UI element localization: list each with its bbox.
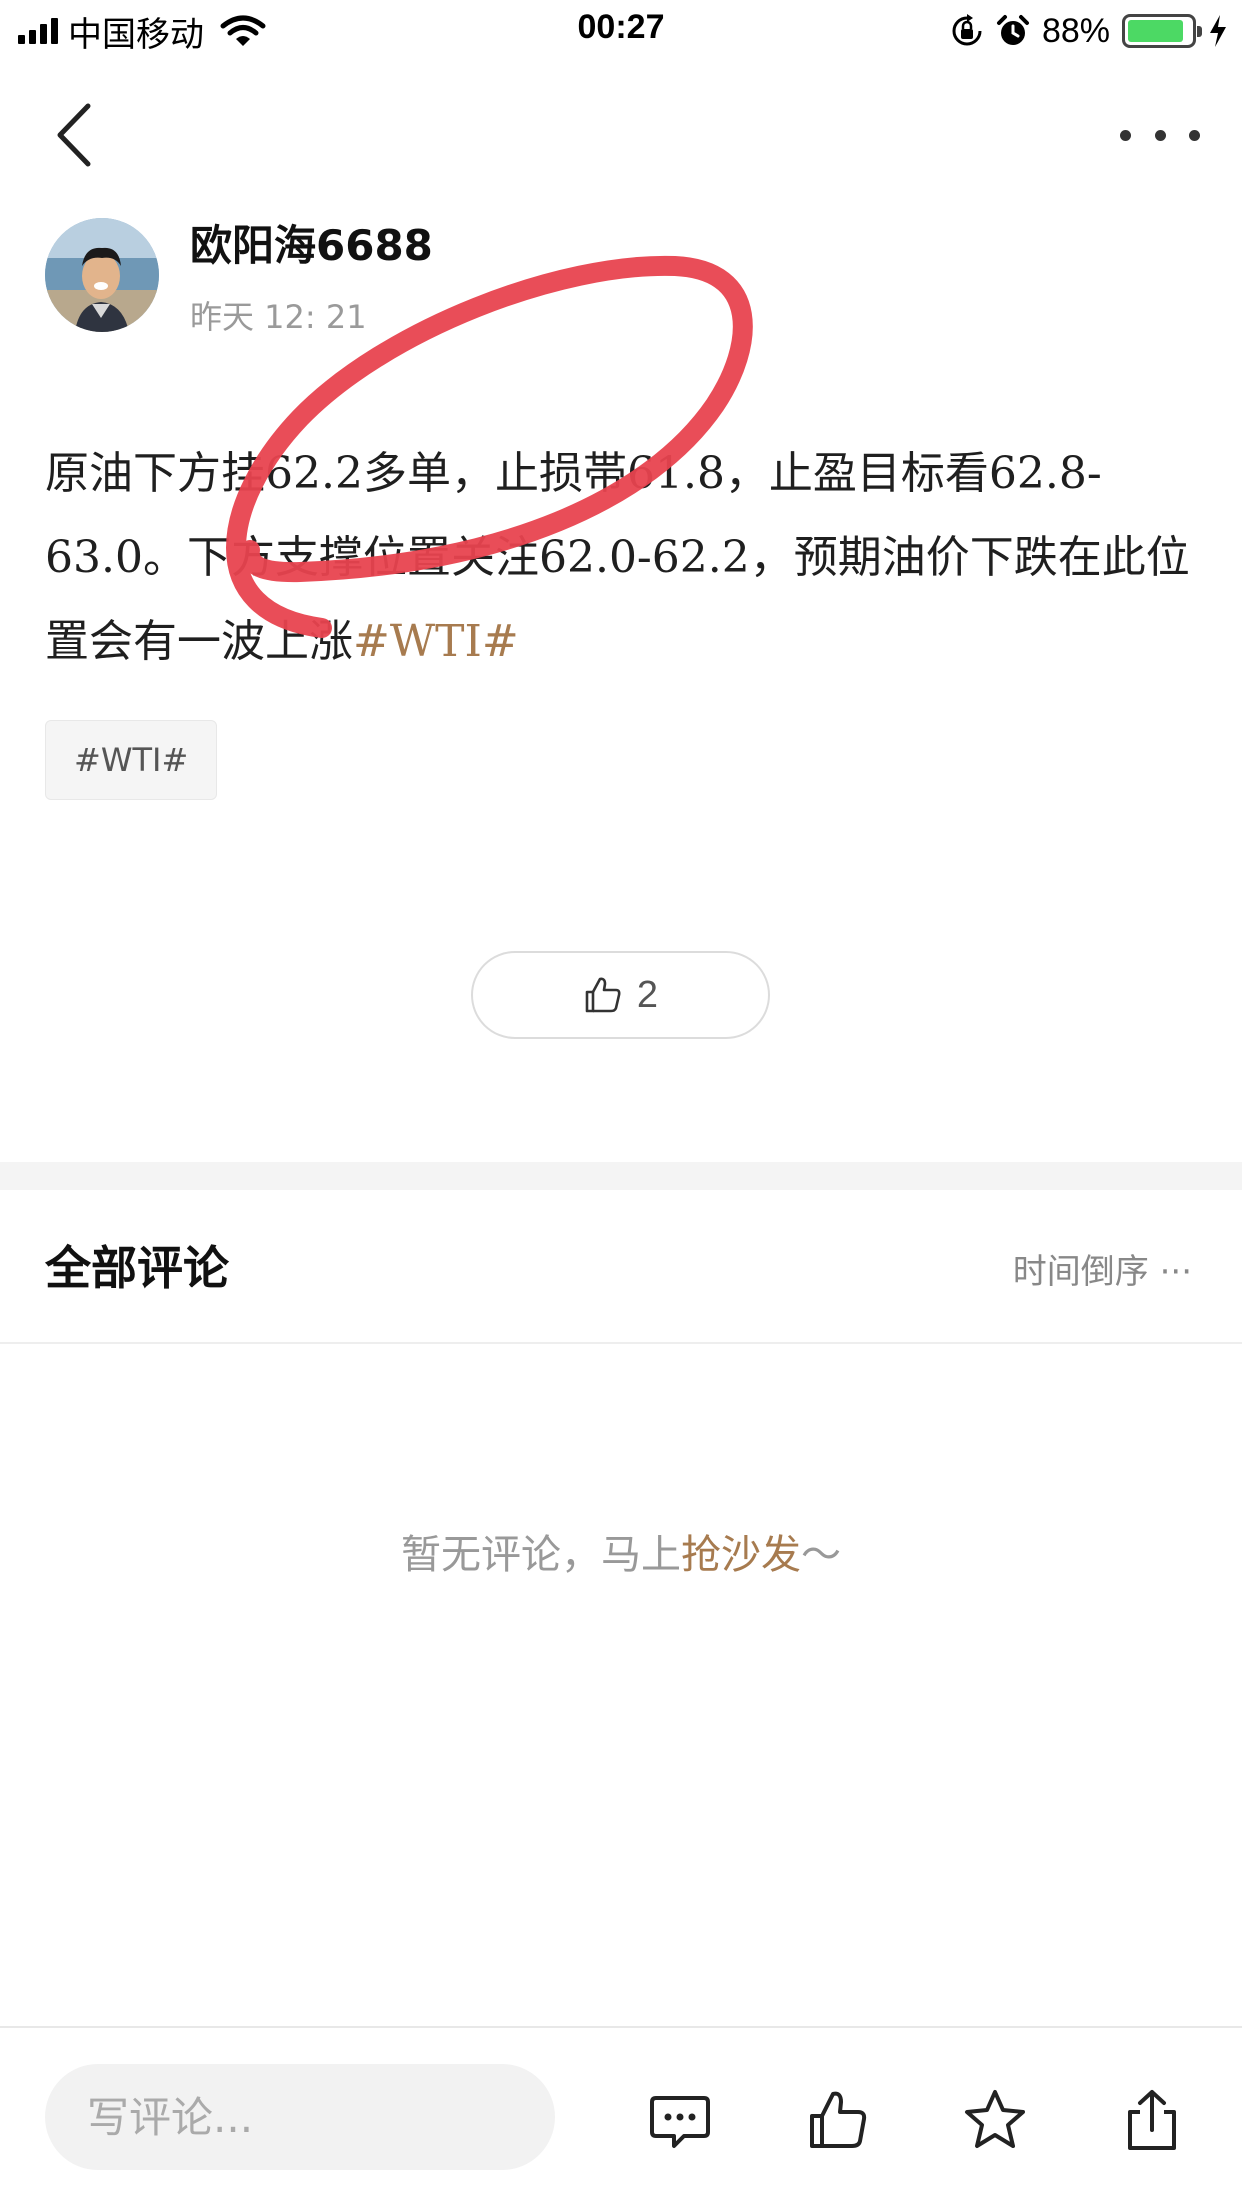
- post-body-text: 原油下方挂62.2多单，止损帯61.8，止盈目标看62.8-63.0。下方支撑位…: [45, 448, 1190, 667]
- post-time: 昨天 12: 21: [190, 298, 367, 336]
- like-count: 2: [636, 973, 659, 1016]
- battery-percent: 88%: [1041, 11, 1110, 50]
- share-icon[interactable]: [1120, 2088, 1184, 2152]
- more-dots-icon[interactable]: [1120, 120, 1200, 150]
- battery-fill: [1128, 20, 1183, 42]
- comment-icon[interactable]: [648, 2088, 712, 2152]
- tag-chip[interactable]: #WTI#: [45, 720, 218, 800]
- status-right: 88%: [950, 8, 1228, 54]
- empty-comments: 暂无评论，马上抢沙发～: [0, 1522, 1242, 1580]
- like-icon[interactable]: [806, 2088, 870, 2152]
- status-bar: 中国移动 00:27 88%: [0, 0, 1242, 62]
- comments-title: 全部评论: [45, 1241, 229, 1295]
- author-name[interactable]: 欧阳海6688: [190, 212, 433, 273]
- empty-suffix: ～: [801, 1532, 841, 1578]
- empty-prefix: 暂无评论，马上: [401, 1532, 681, 1578]
- thumbs-up-icon: [585, 977, 621, 1013]
- section-divider: [0, 1162, 1242, 1190]
- star-icon[interactable]: [963, 2088, 1027, 2152]
- battery-icon: [1122, 14, 1202, 48]
- alarm-icon: [996, 15, 1029, 45]
- avatar[interactable]: [45, 218, 159, 332]
- divider: [0, 1342, 1242, 1344]
- sort-dots-icon: ···: [1148, 1252, 1192, 1292]
- charging-icon: [1210, 15, 1226, 47]
- bottom-bar: [0, 2026, 1242, 2208]
- sort-toggle[interactable]: 时间倒序 ···: [1013, 1244, 1192, 1293]
- sofa-link[interactable]: 抢沙发: [681, 1532, 801, 1578]
- chevron-left-icon[interactable]: [50, 100, 100, 170]
- comment-input[interactable]: [45, 2064, 555, 2170]
- post-text: 原油下方挂62.2多单，止损帯61.8，止盈目标看62.8-63.0。下方支撑位…: [45, 432, 1205, 684]
- red-circle-annotation: [226, 255, 753, 638]
- inline-tag-link[interactable]: #WTI#: [353, 616, 519, 667]
- like-button[interactable]: 2: [471, 951, 770, 1039]
- sort-label: 时间倒序: [1012, 1252, 1149, 1292]
- orientation-lock-icon: [952, 14, 982, 46]
